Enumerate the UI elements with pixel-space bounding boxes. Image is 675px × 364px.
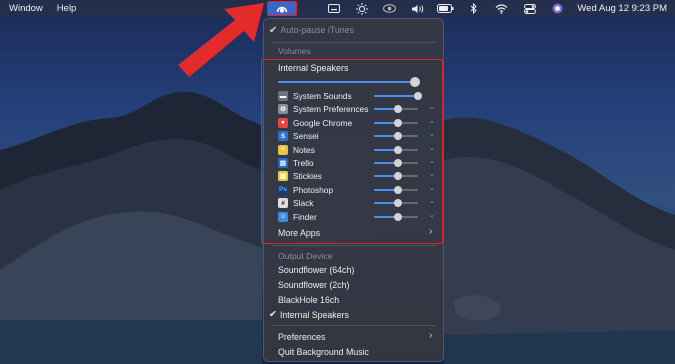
separator — [272, 245, 437, 246]
preferences-label: Preferences — [278, 332, 326, 342]
annotation-highlight-box — [261, 59, 443, 244]
menu-clock[interactable]: Wed Aug 12 9:23 PM — [577, 3, 667, 14]
device-internal-speakers[interactable]: ✔ Internal Speakers — [264, 308, 445, 321]
separator — [272, 325, 437, 326]
keyboard-icon[interactable] — [324, 0, 343, 17]
control-center-icon[interactable] — [520, 0, 539, 17]
quit-item[interactable]: Quit Background Music — [264, 346, 445, 358]
separator — [272, 42, 437, 43]
device-soundflower-64ch[interactable]: Soundflower (64ch) — [278, 265, 354, 275]
bluetooth-icon[interactable] — [464, 0, 483, 17]
volumes-header: Volumes — [264, 45, 445, 57]
menu-bar: Window Help Wed Aug 12 9:23 PM — [0, 0, 675, 17]
quit-label: Quit Background Music — [278, 347, 369, 357]
wifi-icon[interactable] — [492, 0, 511, 17]
checkmark-icon: ✔ — [269, 24, 278, 36]
auto-pause-label: Auto-pause iTunes — [280, 25, 354, 35]
output-device-header: Output Device — [264, 250, 445, 262]
volume-icon[interactable] — [408, 0, 427, 17]
device-internal-speakers-label: Internal Speakers — [279, 309, 349, 320]
checkmark-icon: ✔ — [269, 309, 277, 320]
volumes-header-label: Volumes — [278, 46, 311, 56]
device-soundflower-2ch[interactable]: Soundflower (2ch) — [278, 280, 349, 290]
menu-window[interactable]: Window — [9, 3, 43, 14]
output-device-header-label: Output Device — [278, 251, 333, 261]
annotation-arrow — [178, 3, 264, 77]
background-music-icon[interactable] — [267, 1, 297, 16]
device-blackhole-16ch[interactable]: BlackHole 16ch — [278, 295, 339, 305]
menu-help[interactable]: Help — [57, 3, 77, 14]
auto-pause-item[interactable]: ✔ Auto-pause iTunes — [264, 23, 445, 37]
preferences-item[interactable]: Preferences › — [264, 330, 445, 343]
eye-icon[interactable] — [380, 0, 399, 17]
siri-icon[interactable] — [548, 0, 567, 17]
brightness-icon[interactable] — [352, 0, 371, 17]
chevron-right-icon: › — [429, 330, 433, 341]
battery-icon[interactable] — [436, 0, 455, 17]
